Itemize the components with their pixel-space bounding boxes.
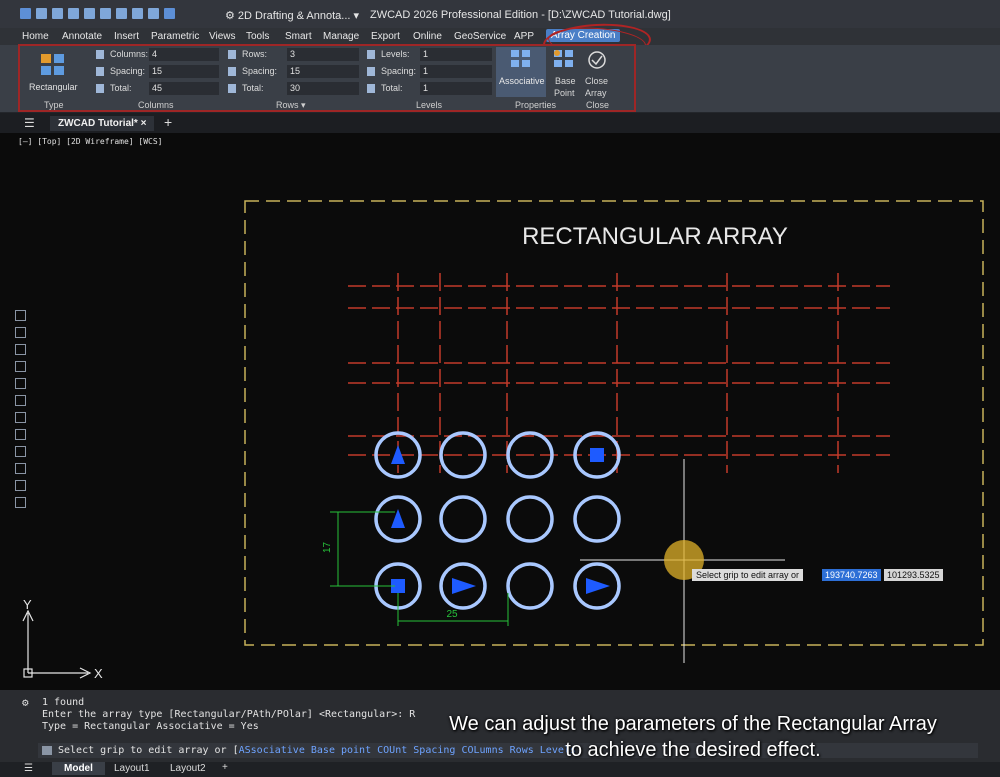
tab-app[interactable]: APP xyxy=(514,31,534,42)
print-icon[interactable] xyxy=(100,8,111,19)
array-circle[interactable] xyxy=(506,562,554,610)
tab-layout2[interactable]: Layout2 xyxy=(170,763,206,774)
drawing-title: RECTANGULAR ARRAY xyxy=(522,223,788,250)
dim-horizontal-text: 25 xyxy=(446,609,458,620)
subtitle-line-1: We can adjust the parameters of the Rect… xyxy=(449,713,937,735)
red-grid xyxy=(348,273,890,473)
tab-tools[interactable]: Tools xyxy=(246,31,269,42)
drawing-canvas[interactable]: RECTANGULAR ARRAY 25 17 Y X xyxy=(0,133,1000,690)
ucs-x-label: X xyxy=(94,666,103,681)
tab-manage[interactable]: Manage xyxy=(323,31,359,42)
red-annotation-box xyxy=(18,44,636,112)
menu-icon[interactable]: ☰ xyxy=(24,116,35,130)
undo-icon[interactable] xyxy=(132,8,143,19)
close-tab-icon[interactable]: × xyxy=(141,118,147,129)
coordinate-x-input[interactable]: 193740.7263 xyxy=(822,569,881,581)
tab-model[interactable]: Model xyxy=(52,762,105,775)
document-tab-label: ZWCAD Tutorial* xyxy=(58,118,138,129)
plot-icon[interactable] xyxy=(116,8,127,19)
command-history-line-3: Type = Rectangular Associative = Yes xyxy=(42,721,259,732)
app-logo-icon[interactable] xyxy=(20,8,31,19)
tab-insert[interactable]: Insert xyxy=(114,31,139,42)
help-icon[interactable] xyxy=(164,8,175,19)
option-base-point[interactable]: Base point xyxy=(311,745,371,756)
document-tab-bar: ☰ ZWCAD Tutorial* × + xyxy=(0,113,1000,133)
add-layout-icon[interactable]: + xyxy=(222,762,228,773)
layout-menu-icon[interactable]: ☰ xyxy=(24,763,33,774)
new-file-icon[interactable] xyxy=(36,8,47,19)
window-title: ZWCAD 2026 Professional Edition - [D:\ZW… xyxy=(370,9,671,21)
tab-annotate[interactable]: Annotate xyxy=(62,31,102,42)
layout-tab-bar: ☰ Model Layout1 Layout2 + xyxy=(0,762,1000,777)
tab-geoservice[interactable]: GeoService xyxy=(454,31,506,42)
coordinate-y-input[interactable]: 101293.5325 xyxy=(884,569,943,581)
corner-grip-icon[interactable] xyxy=(590,448,604,462)
document-tab[interactable]: ZWCAD Tutorial* × xyxy=(50,116,155,131)
array-circle[interactable] xyxy=(573,495,621,543)
subtitle-line-2: to achieve the desired effect. xyxy=(565,739,821,761)
workspace-selector[interactable]: ⚙ 2D Drafting & Annota... ▾ xyxy=(225,9,359,22)
ribbon-tabs: Home Annotate Insert Parametric Views To… xyxy=(0,28,1000,45)
tab-export[interactable]: Export xyxy=(371,31,400,42)
redo-icon[interactable] xyxy=(148,8,159,19)
video-subtitle: We can adjust the parameters of the Rect… xyxy=(383,711,1000,763)
command-prompt-text: Select grip to edit array or [ xyxy=(58,745,239,756)
array-circle[interactable] xyxy=(506,495,554,543)
command-prompt-icon xyxy=(42,746,52,755)
column-spacing-grip-icon[interactable] xyxy=(452,578,476,594)
array-circle[interactable] xyxy=(439,495,487,543)
gear-icon[interactable]: ⚙ xyxy=(22,696,32,709)
circle-array[interactable] xyxy=(374,431,621,610)
new-tab-icon[interactable]: + xyxy=(164,114,172,130)
quick-access-toolbar xyxy=(20,8,175,19)
grip-tooltip: Select grip to edit array or xyxy=(692,569,804,581)
tab-views[interactable]: Views xyxy=(209,31,236,42)
save-as-icon[interactable] xyxy=(84,8,95,19)
option-associative[interactable]: ASsociative xyxy=(239,745,305,756)
tab-online[interactable]: Online xyxy=(413,31,442,42)
title-bar: ⚙ 2D Drafting & Annota... ▾ ZWCAD 2026 P… xyxy=(0,0,1000,28)
ucs-icon xyxy=(22,609,92,679)
command-history-line-1: 1 found xyxy=(42,697,85,708)
dim-vertical-text: 17 xyxy=(322,541,333,553)
save-icon[interactable] xyxy=(68,8,79,19)
tab-home[interactable]: Home xyxy=(22,31,49,42)
workspace-label: 2D Drafting & Annota... xyxy=(237,10,351,22)
command-history-line-2: Enter the array type [Rectangular/PAth/P… xyxy=(42,709,416,720)
tab-layout1[interactable]: Layout1 xyxy=(114,763,150,774)
open-file-icon[interactable] xyxy=(52,8,63,19)
ucs-y-label: Y xyxy=(23,597,32,612)
column-total-grip-icon[interactable] xyxy=(586,578,610,594)
tab-smart[interactable]: Smart xyxy=(285,31,312,42)
tab-parametric[interactable]: Parametric xyxy=(151,31,199,42)
